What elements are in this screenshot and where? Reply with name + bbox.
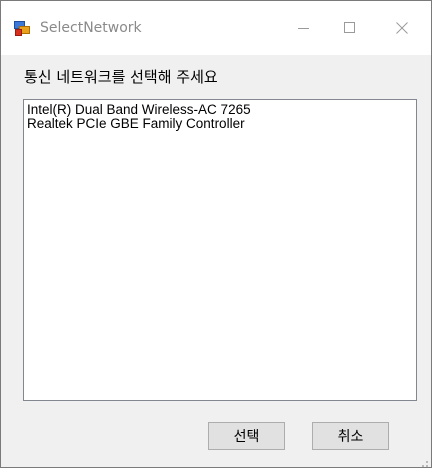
select-network-window: SelectNetwork 통신 네트워크를 선택해 주세요 Intel(R) … — [0, 0, 432, 468]
app-window-icon — [14, 21, 30, 37]
list-item[interactable]: Realtek PCIe GBE Family Controller — [26, 117, 416, 131]
title-bar[interactable]: SelectNetwork — [1, 1, 431, 55]
prompt-label: 통신 네트워크를 선택해 주세요 — [24, 68, 218, 86]
cancel-button[interactable]: 취소 — [312, 422, 389, 450]
select-button[interactable]: 선택 — [208, 422, 285, 450]
window-title: SelectNetwork — [40, 20, 142, 36]
network-listbox[interactable]: Intel(R) Dual Band Wireless-AC 7265 Real… — [23, 99, 417, 401]
maximize-icon — [344, 22, 355, 33]
close-button[interactable] — [379, 1, 425, 55]
list-item[interactable]: Intel(R) Dual Band Wireless-AC 7265 — [26, 103, 416, 117]
maximize-button[interactable] — [327, 1, 373, 55]
minimize-icon — [298, 28, 309, 29]
minimize-button[interactable] — [281, 1, 327, 55]
resize-grip-icon[interactable] — [417, 453, 429, 467]
close-icon — [396, 22, 408, 34]
